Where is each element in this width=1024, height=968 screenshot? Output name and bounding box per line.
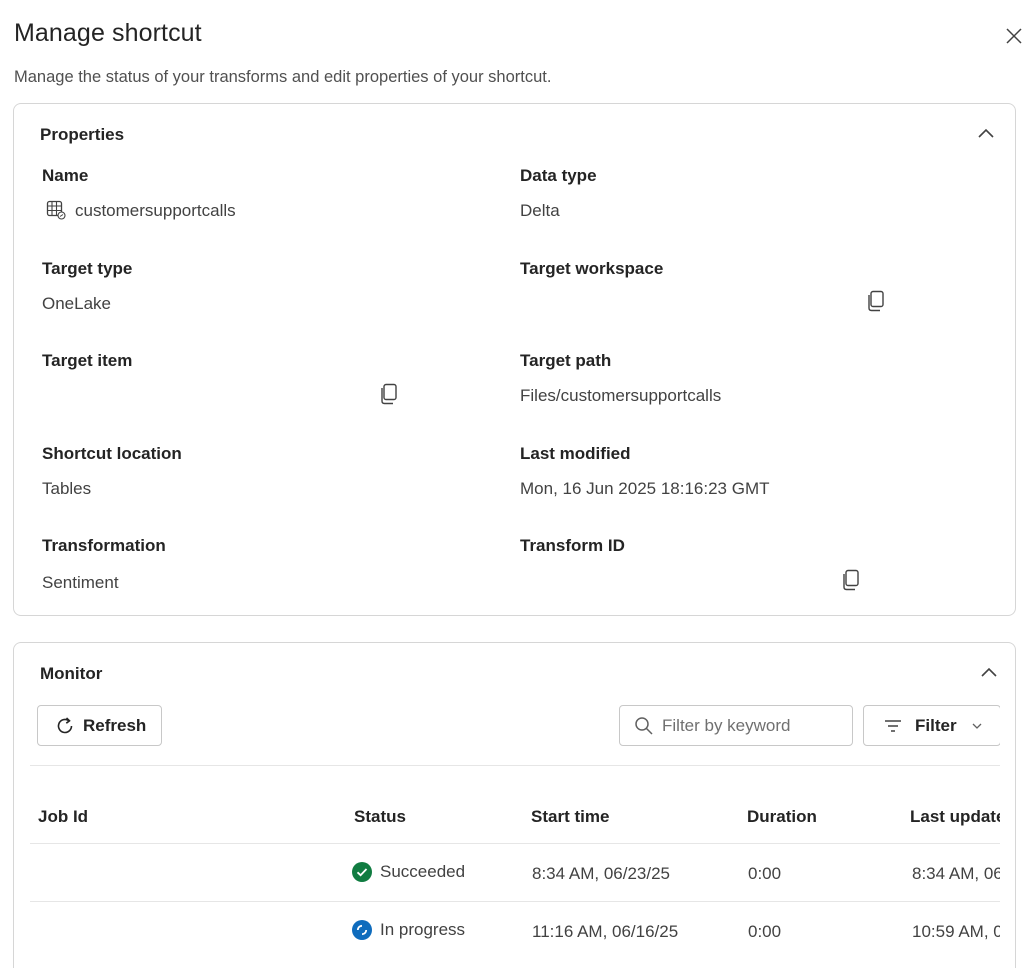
properties-title: Properties bbox=[40, 125, 125, 144]
shortcut-location-value: Tables bbox=[42, 479, 92, 498]
column-header-job-id[interactable]: Job Id bbox=[38, 807, 88, 827]
copy-icon[interactable] bbox=[842, 569, 860, 591]
success-check-icon bbox=[352, 862, 372, 882]
search-box[interactable] bbox=[619, 705, 853, 746]
start-time-cell: 11:16 AM, 06/16/25 bbox=[532, 922, 679, 941]
monitor-section: Monitor Refresh Filter by keyword Filter… bbox=[13, 642, 1016, 968]
chevron-down-icon bbox=[972, 723, 982, 729]
page-title: Manage shortcut bbox=[14, 19, 202, 47]
transformation-label: Transformation bbox=[42, 536, 166, 555]
name-label: Name bbox=[42, 166, 89, 185]
target-workspace-label: Target workspace bbox=[520, 259, 664, 278]
refresh-icon bbox=[57, 716, 73, 733]
target-type-label: Target type bbox=[42, 259, 133, 278]
search-input[interactable] bbox=[662, 715, 832, 736]
status-cell: In progress bbox=[352, 920, 465, 940]
close-icon[interactable] bbox=[1004, 26, 1024, 46]
filter-label: Filter bbox=[915, 715, 957, 735]
last-updated-cell: 8:34 AM, 06/23/25 bbox=[912, 864, 1000, 883]
transform-id-label: Transform ID bbox=[520, 536, 625, 555]
data-type-label: Data type bbox=[520, 166, 597, 185]
duration-cell: 0:00 bbox=[748, 922, 782, 941]
shortcut-location-label: Shortcut location bbox=[42, 444, 182, 463]
copy-icon[interactable] bbox=[867, 290, 885, 312]
filter-icon bbox=[885, 719, 901, 732]
name-value: customersupportcalls bbox=[75, 201, 236, 220]
last-modified-value: Mon, 16 Jun 2025 18:16:23 GMT bbox=[520, 479, 770, 498]
transformation-value: Sentiment bbox=[42, 573, 119, 592]
in-progress-icon bbox=[352, 920, 372, 940]
column-header-duration[interactable]: Duration bbox=[747, 807, 817, 827]
start-time-cell: 8:34 AM, 06/23/25 bbox=[532, 864, 670, 883]
divider bbox=[30, 901, 1000, 902]
last-updated-cell: 10:59 AM, 06/16/25 bbox=[912, 922, 1000, 941]
refresh-button[interactable]: Refresh bbox=[37, 705, 162, 746]
column-header-last-updated[interactable]: Last update bbox=[910, 807, 1000, 827]
column-header-status[interactable]: Status bbox=[354, 807, 406, 827]
chevron-up-icon[interactable] bbox=[977, 127, 995, 139]
monitor-title: Monitor bbox=[40, 664, 103, 683]
target-type-value: OneLake bbox=[42, 294, 111, 313]
duration-cell: 0:00 bbox=[748, 864, 782, 883]
properties-section: Properties Name customersupportcalls Dat… bbox=[13, 103, 1016, 616]
status-text: Succeeded bbox=[380, 862, 466, 881]
refresh-label: Refresh bbox=[83, 715, 147, 735]
data-type-value: Delta bbox=[520, 201, 560, 220]
column-header-start-time[interactable]: Start time bbox=[531, 807, 609, 827]
table-shortcut-icon bbox=[46, 200, 66, 220]
filter-button[interactable]: Filter bbox=[863, 705, 1000, 746]
divider bbox=[30, 843, 1000, 844]
status-cell: Succeeded bbox=[352, 862, 465, 882]
target-item-label: Target item bbox=[42, 351, 133, 370]
last-modified-label: Last modified bbox=[520, 444, 631, 463]
divider bbox=[30, 765, 1000, 766]
target-path-value: Files/customersupportcalls bbox=[520, 386, 722, 405]
copy-icon[interactable] bbox=[380, 383, 398, 405]
dialog-subtitle: Manage the status of your transforms and… bbox=[14, 68, 552, 86]
chevron-up-icon[interactable] bbox=[980, 666, 998, 678]
target-path-label: Target path bbox=[520, 351, 612, 370]
search-icon bbox=[635, 716, 653, 735]
status-text: In progress bbox=[380, 920, 466, 939]
